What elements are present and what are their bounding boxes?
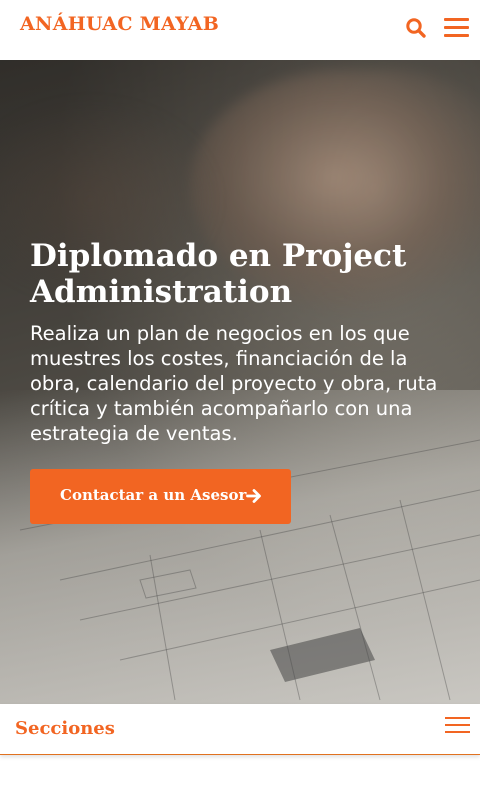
sections-label: Secciones [15,718,115,739]
hamburger-menu-icon [445,717,470,719]
site-header: ANÁHUAC MAYAB [0,0,480,60]
hamburger-line [444,34,469,37]
hamburger-menu-icon [444,18,469,21]
hero-banner: Diplomado en Project Administration Real… [0,60,480,704]
contact-advisor-label: Contactar a un Asesor [60,486,247,504]
site-logo[interactable]: ANÁHUAC MAYAB [20,13,219,35]
search-button[interactable] [404,16,428,40]
main-menu-button[interactable] [444,17,470,37]
hamburger-line [445,724,470,726]
page-title: Diplomado en Project Administration [30,238,407,310]
hamburger-line [444,26,469,29]
contact-advisor-button[interactable]: Contactar a un Asesor [30,469,291,524]
hamburger-line [445,731,470,733]
arrow-right-icon [246,489,261,503]
hero-description: Realiza un plan de negocios en los que m… [30,322,438,445]
search-icon [406,18,426,38]
sections-menu-button[interactable] [445,717,471,735]
sections-navigation[interactable]: Secciones [0,704,480,755]
